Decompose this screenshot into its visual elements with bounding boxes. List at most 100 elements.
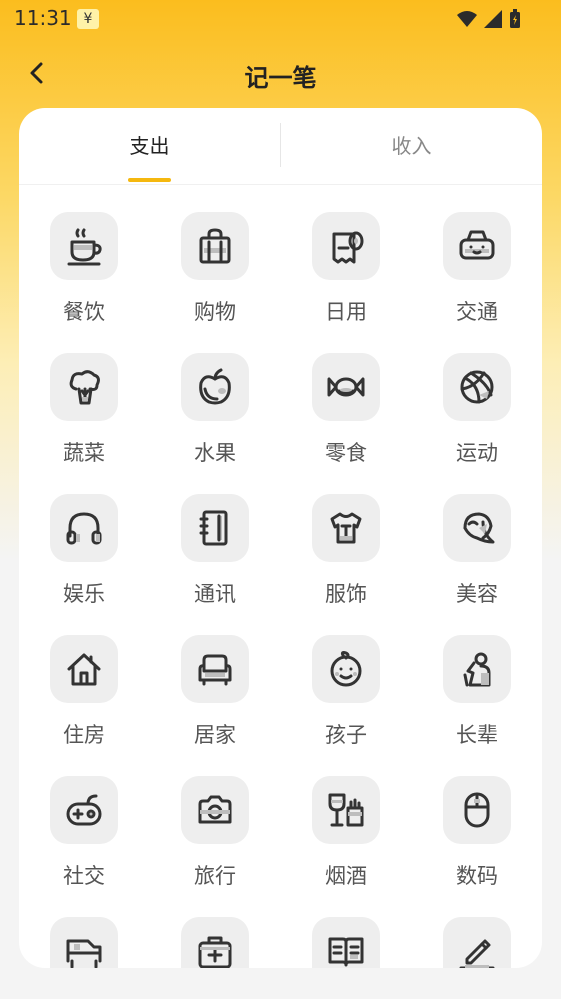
category-icon-tile xyxy=(443,635,511,703)
category-item-camera[interactable]: 旅行 xyxy=(160,776,270,906)
tab-income[interactable]: 收入 xyxy=(281,108,542,184)
category-label: 旅行 xyxy=(194,864,236,888)
camera-icon xyxy=(198,795,232,824)
category-icon-tile xyxy=(181,353,249,421)
category-item-candy[interactable]: 零食 xyxy=(291,353,401,483)
status-time: 11:31 xyxy=(14,6,72,30)
category-item-sofa[interactable]: 居家 xyxy=(160,635,270,765)
category-item-gamepad[interactable]: 社交 xyxy=(29,776,139,906)
category-item-pencil[interactable] xyxy=(422,917,532,968)
category-label: 水果 xyxy=(194,441,236,465)
category-icon-tile xyxy=(50,917,118,968)
category-label: 社交 xyxy=(63,864,105,888)
category-icon-tile xyxy=(181,635,249,703)
category-item-face-mask[interactable]: 美容 xyxy=(422,494,532,624)
category-label: 交通 xyxy=(456,300,498,324)
category-icon-tile xyxy=(312,917,380,968)
category-item-truck[interactable] xyxy=(29,917,139,968)
category-icon-tile xyxy=(443,917,511,968)
category-label: 餐饮 xyxy=(63,300,105,324)
signal-icon xyxy=(483,9,502,28)
car-icon xyxy=(459,230,495,260)
category-item-wine-cigarette[interactable]: 烟酒 xyxy=(291,776,401,906)
category-label: 通讯 xyxy=(194,582,236,606)
category-item-medical-kit[interactable] xyxy=(160,917,270,968)
category-item-coffee-cup[interactable]: 餐饮 xyxy=(29,212,139,342)
category-icon-tile xyxy=(50,212,118,280)
category-item-shopping-bag[interactable]: 购物 xyxy=(160,212,270,342)
category-item-address-book[interactable]: 通讯 xyxy=(160,494,270,624)
category-item-mouse[interactable]: 数码 xyxy=(422,776,532,906)
house-icon xyxy=(67,653,101,686)
category-label: 娱乐 xyxy=(63,582,105,606)
category-label: 居家 xyxy=(194,723,236,747)
coffee-cup-icon xyxy=(67,228,102,266)
broccoli-icon xyxy=(69,370,100,405)
toilet-paper-icon xyxy=(332,231,364,264)
category-icon-tile xyxy=(443,776,511,844)
category-icon-tile xyxy=(50,776,118,844)
category-item-tshirt[interactable]: 服饰 xyxy=(291,494,401,624)
notification-yen-icon: ¥ xyxy=(77,9,99,29)
active-tab-indicator xyxy=(128,178,171,182)
category-icon-tile xyxy=(312,776,380,844)
truck-icon xyxy=(66,939,102,968)
category-item-apple[interactable]: 水果 xyxy=(160,353,270,483)
candy-icon xyxy=(327,377,365,397)
apple-icon xyxy=(199,368,231,405)
face-mask-icon xyxy=(463,512,495,544)
category-label: 零食 xyxy=(325,441,367,465)
category-item-baby-face[interactable]: 孩子 xyxy=(291,635,401,765)
mouse-icon xyxy=(464,792,490,828)
category-icon-tile xyxy=(312,635,380,703)
category-item-headphones[interactable]: 娱乐 xyxy=(29,494,139,624)
wine-cigarette-icon xyxy=(328,793,364,827)
category-icon-tile xyxy=(50,635,118,703)
address-book-icon xyxy=(199,510,228,546)
category-icon-tile xyxy=(312,494,380,562)
category-item-toilet-paper[interactable]: 日用 xyxy=(291,212,401,342)
nav-bar: 记一笔 xyxy=(0,50,561,96)
book-icon xyxy=(328,937,364,967)
category-label: 住房 xyxy=(63,723,105,747)
category-label: 美容 xyxy=(456,582,498,606)
baby-face-icon xyxy=(330,651,362,687)
shopping-bag-icon xyxy=(199,228,231,264)
category-card: 支出 收入 餐饮 购物 日用 交通蔬菜 水果 零食 运动娱乐 通讯 服饰 美容住房 居家 孩子 长辈社交… xyxy=(19,108,542,968)
category-item-basketball[interactable]: 运动 xyxy=(422,353,532,483)
page-title: 记一笔 xyxy=(244,64,317,92)
category-item-house[interactable]: 住房 xyxy=(29,635,139,765)
category-icon-tile xyxy=(181,494,249,562)
category-label: 服饰 xyxy=(325,582,367,606)
category-icon-tile xyxy=(50,494,118,562)
status-bar: 11:31 ¥ xyxy=(0,0,561,38)
category-icon-tile xyxy=(443,494,511,562)
category-label: 日用 xyxy=(325,300,367,324)
category-icon-tile xyxy=(181,776,249,844)
category-label: 长辈 xyxy=(456,723,498,747)
pencil-icon xyxy=(459,939,495,968)
category-icon-tile xyxy=(443,212,511,280)
category-label: 数码 xyxy=(456,864,498,888)
category-icon-tile xyxy=(50,353,118,421)
category-icon-tile xyxy=(181,917,249,968)
medical-kit-icon xyxy=(198,936,232,968)
tab-expense[interactable]: 支出 xyxy=(19,108,280,184)
category-icon-tile xyxy=(181,212,249,280)
headphones-icon xyxy=(66,512,102,545)
category-item-book[interactable] xyxy=(291,917,401,968)
tshirt-icon xyxy=(330,512,362,544)
category-item-elder[interactable]: 长辈 xyxy=(422,635,532,765)
category-label: 烟酒 xyxy=(325,864,367,888)
basketball-icon xyxy=(460,370,494,404)
elder-icon xyxy=(463,652,491,687)
tab-bar: 支出 收入 xyxy=(19,108,542,185)
category-item-car[interactable]: 交通 xyxy=(422,212,532,342)
category-label: 购物 xyxy=(194,300,236,324)
wifi-icon xyxy=(456,10,477,27)
category-icon-tile xyxy=(312,353,380,421)
category-icon-tile xyxy=(312,212,380,280)
category-label: 孩子 xyxy=(325,723,367,747)
category-item-broccoli[interactable]: 蔬菜 xyxy=(29,353,139,483)
category-label: 蔬菜 xyxy=(63,441,105,465)
